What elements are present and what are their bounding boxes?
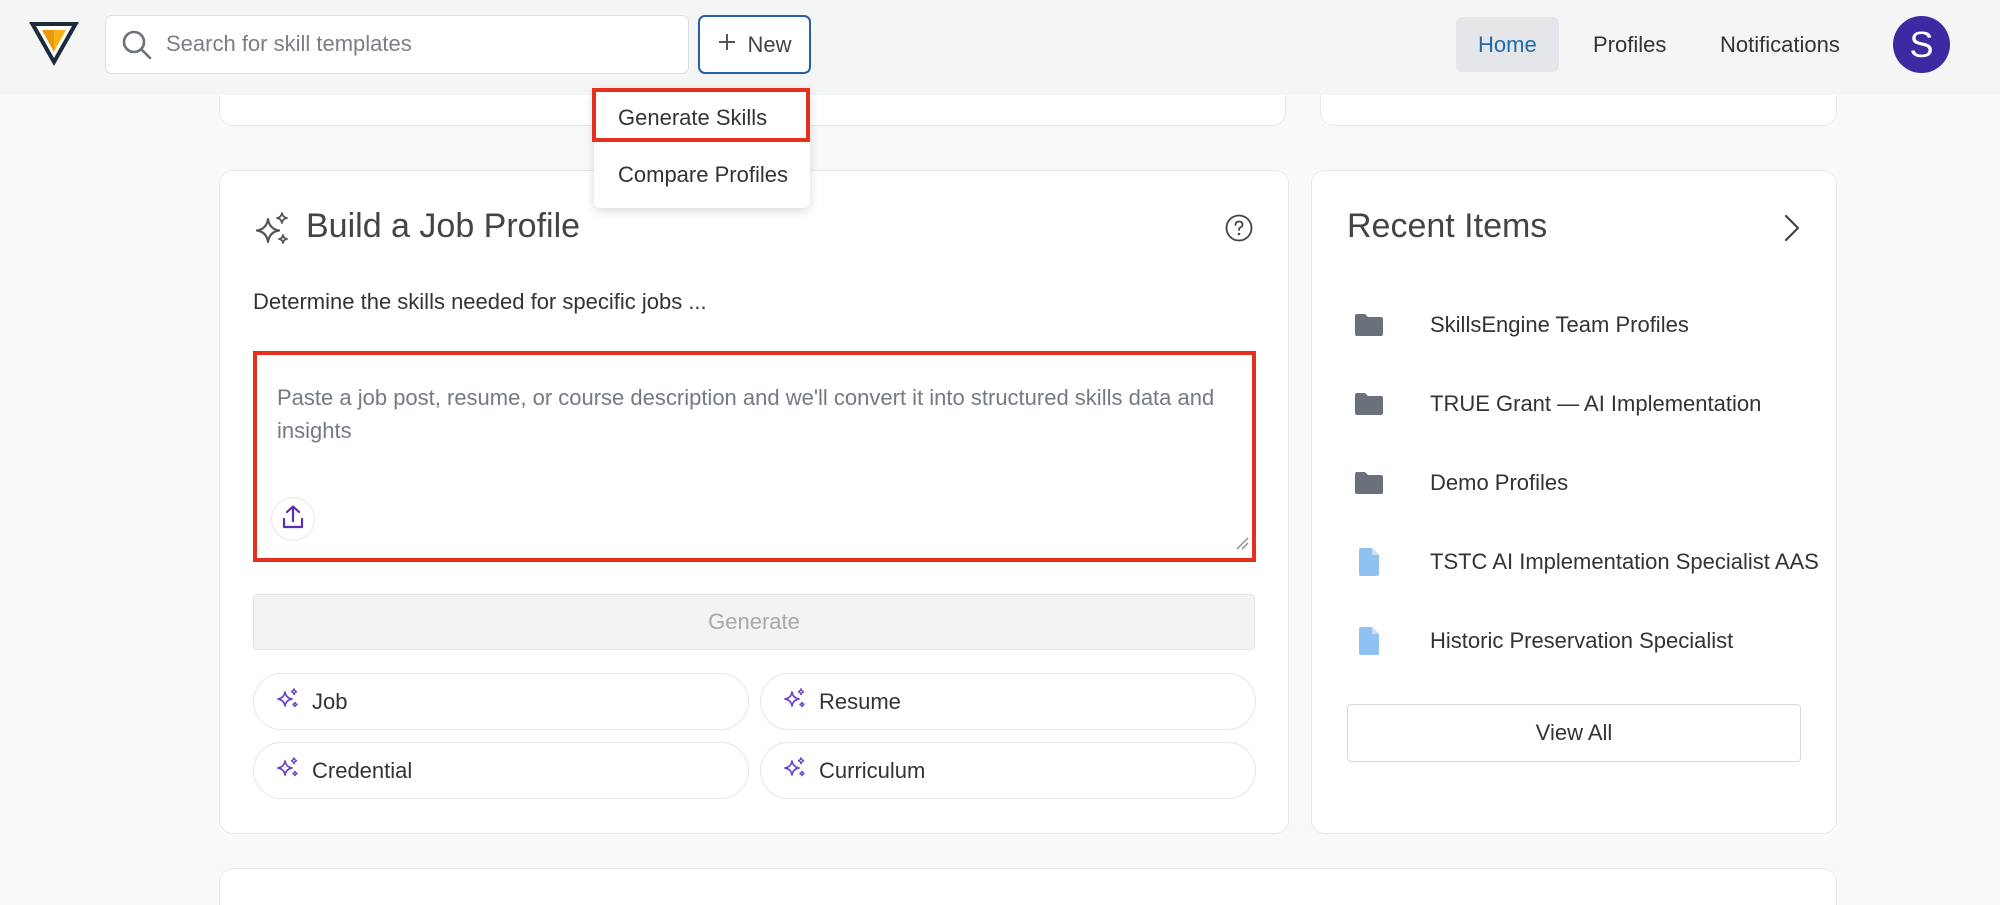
plus-icon [717,32,737,58]
recent-item[interactable]: TSTC AI Implementation Specialist AAS [1352,542,1828,582]
upload-icon [281,504,305,535]
document-icon [1352,626,1386,656]
nav-profiles[interactable]: Profiles [1571,17,1688,72]
document-icon [1352,547,1386,577]
folder-icon [1352,471,1386,495]
build-job-profile-card: Build a Job Profile Determine the skills… [219,170,1289,834]
card-subtitle: Determine the skills needed for specific… [253,289,707,314]
search-box[interactable] [105,15,689,74]
top-navigation-bar: New Home Profiles Notifications S [0,0,2000,95]
question-circle-icon[interactable] [1224,213,1254,248]
chip-label: Resume [819,688,901,714]
recent-item[interactable]: SkillsEngine Team Profiles [1352,305,1828,345]
chip-label: Curriculum [819,757,926,783]
sparkle-icon [783,756,807,786]
menu-item-generate-skills[interactable]: Generate Skills [592,88,810,142]
sparkle-icon [783,687,807,717]
chip-job[interactable]: Job [253,673,749,730]
skillsengine-logo-icon[interactable] [26,16,82,72]
job-description-textarea-wrapper [253,351,1256,562]
recent-items-title: Recent Items [1347,207,1548,245]
generate-button[interactable]: Generate [253,594,1255,650]
chip-curriculum[interactable]: Curriculum [760,742,1256,799]
chip-label: Job [312,688,348,714]
search-icon [120,28,154,67]
recent-item-label: Historic Preservation Specialist [1430,628,1734,653]
user-avatar[interactable]: S [1893,16,1950,73]
chip-resume[interactable]: Resume [760,673,1256,730]
resize-handle-icon[interactable] [1235,536,1249,555]
recent-item[interactable]: Historic Preservation Specialist [1352,621,1828,661]
nav-notifications[interactable]: Notifications [1698,17,1862,72]
card-title: Build a Job Profile [306,207,581,245]
sparkle-icon [253,211,291,254]
recent-item-label: Demo Profiles [1430,470,1569,495]
nav-home[interactable]: Home [1456,17,1559,72]
sparkle-icon [276,756,300,786]
folder-icon [1352,313,1386,337]
folder-icon [1352,392,1386,416]
recent-item-label: TSTC AI Implementation Specialist AAS [1430,549,1819,574]
chip-label: Credential [312,757,413,783]
menu-item-compare-profiles[interactable]: Compare Profiles [594,148,810,202]
recent-item[interactable]: Demo Profiles [1352,463,1828,503]
view-all-button[interactable]: View All [1347,704,1801,762]
recent-item-label: SkillsEngine Team Profiles [1430,312,1689,337]
recent-items-card: Recent Items SkillsEngine Team Profiles … [1311,170,1837,834]
new-dropdown-menu: Generate Skills Compare Profiles [592,88,810,208]
upload-button[interactable] [271,497,315,541]
sparkle-icon [276,687,300,717]
search-input[interactable] [166,24,666,64]
recent-item-label: TRUE Grant — AI Implementation [1430,391,1762,416]
bottom-card [219,868,1837,905]
job-description-textarea[interactable] [257,355,1252,558]
new-button-label: New [747,31,792,57]
chevron-right-icon[interactable] [1782,213,1802,248]
new-button[interactable]: New [698,15,811,74]
chip-credential[interactable]: Credential [253,742,749,799]
recent-item[interactable]: TRUE Grant — AI Implementation [1352,384,1828,424]
